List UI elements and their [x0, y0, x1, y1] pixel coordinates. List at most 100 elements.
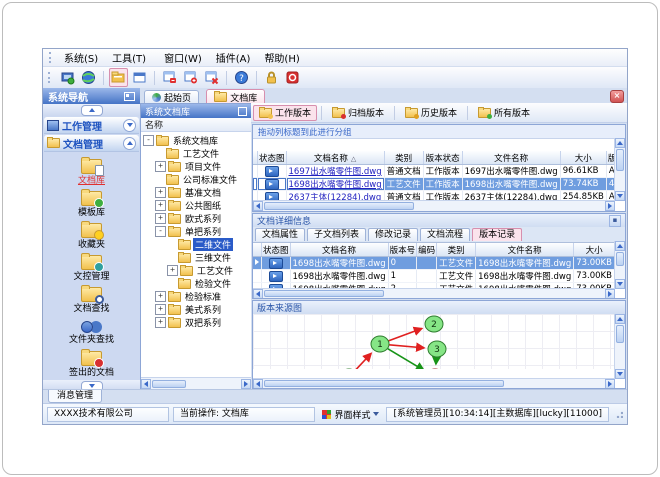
message-management-tab[interactable]: 消息管理	[48, 390, 103, 403]
doc-remove-icon[interactable]	[202, 68, 221, 87]
tree-expander-plus-icon[interactable]: +	[155, 213, 166, 224]
tree-item[interactable]: 工艺文件	[141, 147, 251, 160]
scrollbar-thumb[interactable]	[616, 149, 624, 171]
tree-expander-plus-icon[interactable]: +	[155, 304, 166, 315]
tree-expander-plus-icon[interactable]: +	[155, 161, 166, 172]
scrollbar-thumb[interactable]	[152, 379, 186, 388]
new-folder-window-icon[interactable]	[109, 68, 128, 87]
scroll-down-button[interactable]	[615, 369, 625, 379]
column-header[interactable]: 文档名称 △	[286, 151, 385, 165]
vertical-scrollbar[interactable]	[614, 138, 625, 201]
column-header[interactable]: 大小	[560, 151, 607, 165]
column-header[interactable]: 类别	[384, 151, 424, 165]
horizontal-scrollbar[interactable]	[253, 200, 615, 211]
tree-item[interactable]: 三维文件	[141, 251, 251, 264]
column-header[interactable]: 文件名称	[462, 151, 561, 165]
column-header[interactable]: 状态图	[257, 151, 287, 165]
panel-options-button[interactable]: ▪	[609, 214, 621, 227]
scrollbar-thumb[interactable]	[616, 252, 624, 266]
tree-item[interactable]: + 工艺文件	[141, 264, 251, 277]
collapse-up-button[interactable]	[80, 104, 103, 116]
detail-tab-item[interactable]: 文档流程	[420, 228, 471, 241]
interface-style-button[interactable]: 界面样式	[319, 408, 382, 421]
column-header[interactable]: 版本状态	[423, 151, 463, 165]
tree-expander-plus-icon[interactable]: +	[155, 200, 166, 211]
tree-column-header[interactable]: 名称	[141, 118, 251, 132]
sidebar-item-folder-star[interactable]: 收藏夹	[44, 220, 140, 252]
version-filter-button[interactable]: 工作版本	[253, 104, 318, 121]
lock-icon[interactable]	[262, 68, 281, 87]
sidebar-group-document[interactable]: 文档管理	[44, 135, 139, 152]
scroll-left-button[interactable]	[253, 378, 263, 388]
version-filter-button[interactable]: 历史版本	[399, 105, 463, 121]
scroll-left-button[interactable]	[253, 288, 263, 298]
menu-item[interactable]: 帮助(H)	[257, 53, 306, 66]
scroll-right-button[interactable]	[605, 288, 615, 298]
tree-item[interactable]: + 基准文档	[141, 186, 251, 199]
column-header[interactable]: 状态图	[261, 243, 291, 257]
document-name-link[interactable]: 1698出水嘴零件图.dwg	[289, 180, 382, 190]
tree-horizontal-scrollbar[interactable]	[141, 377, 251, 389]
expand-group-button[interactable]	[123, 118, 136, 132]
window-layout-icon[interactable]	[130, 68, 149, 87]
sidebar-item-folder-search[interactable]: 文档查找	[44, 284, 140, 316]
horizontal-scrollbar[interactable]	[253, 288, 615, 298]
vertical-scrollbar[interactable]	[614, 314, 625, 379]
table-row[interactable]: 1698出水嘴零件图.dwg 1 工艺文件 1698出水嘴零件图.dwg 73.00KB…	[253, 269, 615, 283]
power-icon[interactable]	[283, 68, 302, 87]
scrollbar-thumb[interactable]	[264, 202, 414, 210]
menu-item[interactable]: 工具(T)	[105, 53, 153, 66]
tree-expander-plus-icon[interactable]: +	[155, 187, 166, 198]
version-filter-button[interactable]: 归档版本	[326, 105, 390, 121]
vertical-scrollbar[interactable]	[614, 241, 625, 289]
scroll-up-button[interactable]	[615, 241, 625, 251]
globe-icon[interactable]	[79, 68, 98, 87]
document-name-link[interactable]: 1697出水嘴零件图.dwg	[289, 167, 382, 177]
tree-expander-minus-icon[interactable]: -	[143, 135, 154, 146]
sidebar-item-binoculars[interactable]: 文件夹查找	[44, 316, 140, 348]
group-by-bar[interactable]: 拖动列标题到此进行分组	[253, 125, 625, 139]
table-row[interactable]: 1698出水嘴零件图.dwg 0 工艺文件 1698出水嘴零件图.dwg 73.00KB…	[253, 256, 615, 270]
tab-document-library[interactable]: 文档库	[206, 89, 266, 104]
sidebar-item-folder-checkout[interactable]: 签出的文档	[44, 348, 140, 380]
dock-icon[interactable]	[124, 91, 135, 101]
pin-icon[interactable]	[238, 106, 247, 116]
tree-item[interactable]: + 欧式系列	[141, 212, 251, 225]
document-name-cell[interactable]: 1697出水嘴零件图.dwg	[286, 164, 385, 178]
tree-item[interactable]: 检验文件	[141, 277, 251, 290]
scrollbar-thumb[interactable]	[264, 380, 504, 387]
detail-tab-item[interactable]: 修改记录	[368, 228, 419, 241]
tree-item[interactable]: 公司标准文件	[141, 173, 251, 186]
tree-item[interactable]: 二维文件	[141, 238, 251, 251]
sidebar-item-folder-template[interactable]: 模板库	[44, 188, 140, 220]
column-header[interactable]: 类别	[436, 243, 477, 257]
sidebar-item-folder-control[interactable]: 文控管理	[44, 252, 140, 284]
tree-item[interactable]: - 单把系列	[141, 225, 251, 238]
close-tab-button[interactable]: ×	[610, 90, 624, 103]
tree-item[interactable]: + 项目文件	[141, 160, 251, 173]
column-header[interactable]: 大小	[573, 243, 615, 257]
scroll-up-button[interactable]	[615, 314, 625, 324]
scroll-left-button[interactable]	[141, 378, 151, 389]
tree-item[interactable]: + 公共图纸	[141, 199, 251, 212]
tree-expander-plus-icon[interactable]: +	[155, 317, 166, 328]
tree-item[interactable]: + 美式系列	[141, 303, 251, 316]
doc-archive-icon[interactable]	[181, 68, 200, 87]
scroll-up-button[interactable]	[615, 138, 625, 148]
tree-expander-plus-icon[interactable]: +	[155, 291, 166, 302]
help-icon[interactable]: ?	[232, 68, 251, 87]
menu-item[interactable]: 窗口(W)	[157, 53, 209, 66]
doc-export-icon[interactable]	[160, 68, 179, 87]
column-header[interactable]: 版本号	[388, 243, 418, 257]
column-header[interactable]: 文档名称	[290, 243, 389, 257]
version-filter-button[interactable]: 所有版本	[472, 105, 536, 121]
detail-tab-active[interactable]: 版本记录	[472, 228, 523, 241]
scroll-left-button[interactable]	[253, 201, 263, 211]
column-header[interactable]: 编码	[416, 243, 438, 257]
sidebar-item-folder-doc[interactable]: 文档库	[44, 156, 140, 188]
horizontal-scrollbar[interactable]	[253, 378, 615, 388]
scroll-down-button[interactable]	[615, 191, 625, 201]
scrollbar-thumb[interactable]	[264, 290, 384, 297]
table-row[interactable]: 1697出水嘴零件图.dwg 普通文档 工作版本 1697出水嘴零件图.dwg 96.6…	[253, 164, 615, 178]
version-graph-canvas[interactable]: 01234	[253, 314, 615, 369]
